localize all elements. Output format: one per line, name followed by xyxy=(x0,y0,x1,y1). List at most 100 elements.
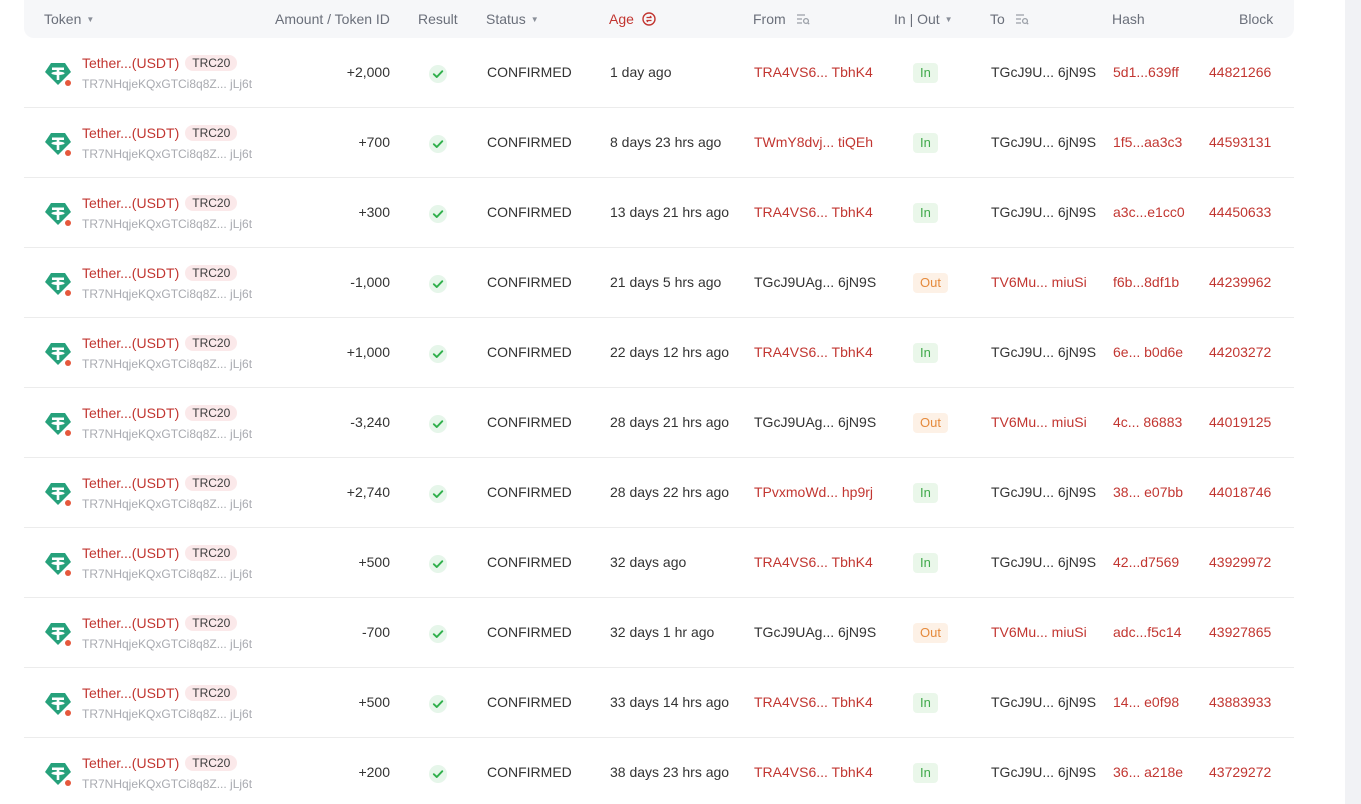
block-link[interactable]: 44821266 xyxy=(1209,38,1271,107)
token-contract-address[interactable]: TR7NHqjeKQxGTCi8q8Z... jLj6t xyxy=(82,286,252,302)
token-contract-address[interactable]: TR7NHqjeKQxGTCi8q8Z... jLj6t xyxy=(82,706,252,722)
to-address[interactable]: TGcJ9U... 6jN9S xyxy=(991,178,1096,247)
tether-token-icon[interactable] xyxy=(44,199,72,227)
header-token[interactable]: Token ▼ xyxy=(44,0,94,38)
to-address[interactable]: TGcJ9U... 6jN9S xyxy=(991,528,1096,597)
hash-link[interactable]: 42...d7569 xyxy=(1113,528,1179,597)
from-address[interactable]: TRA4VS6... TbhK4 xyxy=(754,178,873,247)
header-age[interactable]: Age xyxy=(609,0,656,38)
block-link[interactable]: 44019125 xyxy=(1209,388,1271,457)
trc20-badge: TRC20 xyxy=(185,685,238,701)
hash-link[interactable]: 6e... b0d6e xyxy=(1113,318,1183,387)
age-text: 38 days 23 hrs ago xyxy=(610,764,730,780)
token-name-link[interactable]: Tether...(USDT) TRC20 xyxy=(82,264,238,282)
header-result: Result xyxy=(418,11,458,27)
header-status[interactable]: Status ▼ xyxy=(486,0,539,38)
block-link[interactable]: 43927865 xyxy=(1209,598,1271,667)
to-address[interactable]: TGcJ9U... 6jN9S xyxy=(991,108,1096,177)
direction-badge: Out xyxy=(913,413,948,433)
from-address[interactable]: TRA4VS6... TbhK4 xyxy=(754,38,873,107)
filter-icon[interactable] xyxy=(796,12,810,26)
from-address[interactable]: TGcJ9UAg... 6jN9S xyxy=(754,388,876,457)
block-link[interactable]: 43883933 xyxy=(1209,668,1271,737)
token-name-link[interactable]: Tether...(USDT) TRC20 xyxy=(82,544,238,562)
trc20-badge: TRC20 xyxy=(185,405,238,421)
block-link[interactable]: 44203272 xyxy=(1209,318,1271,387)
tether-token-icon[interactable] xyxy=(44,619,72,647)
from-address[interactable]: TRA4VS6... TbhK4 xyxy=(754,528,873,597)
token-contract-address[interactable]: TR7NHqjeKQxGTCi8q8Z... jLj6t xyxy=(82,496,252,512)
header-inout[interactable]: In | Out ▼ xyxy=(894,0,953,38)
token-contract-address[interactable]: TR7NHqjeKQxGTCi8q8Z... jLj6t xyxy=(82,216,252,232)
from-address[interactable]: TGcJ9UAg... 6jN9S xyxy=(754,598,876,667)
to-address[interactable]: TGcJ9U... 6jN9S xyxy=(991,738,1096,804)
token-name: Tether...(USDT) xyxy=(82,685,180,701)
token-name-link[interactable]: Tether...(USDT) TRC20 xyxy=(82,614,238,632)
hash-link[interactable]: 4c... 86883 xyxy=(1113,388,1182,457)
token-name-link[interactable]: Tether...(USDT) TRC20 xyxy=(82,334,238,352)
tether-token-icon[interactable] xyxy=(44,129,72,157)
tether-token-icon[interactable] xyxy=(44,269,72,297)
from-address[interactable]: TRA4VS6... TbhK4 xyxy=(754,668,873,737)
to-address[interactable]: TV6Mu... miuSi xyxy=(991,388,1087,457)
tether-token-icon[interactable] xyxy=(44,689,72,717)
header-inout-label: In | Out xyxy=(894,11,940,27)
token-name-link[interactable]: Tether...(USDT) TRC20 xyxy=(82,124,238,142)
tether-token-icon[interactable] xyxy=(44,479,72,507)
hash-link[interactable]: 36... a218e xyxy=(1113,738,1183,804)
token-contract-address[interactable]: TR7NHqjeKQxGTCi8q8Z... jLj6t xyxy=(82,76,252,92)
token-name-link[interactable]: Tether...(USDT) TRC20 xyxy=(82,194,238,212)
table-row: Tether...(USDT) TRC20 TR7NHqjeKQxGTCi8q8Z… xyxy=(24,108,1294,178)
token-contract-address[interactable]: TR7NHqjeKQxGTCi8q8Z... jLj6t xyxy=(82,776,252,792)
block-link[interactable]: 44239962 xyxy=(1209,248,1271,317)
block-link[interactable]: 44450633 xyxy=(1209,178,1271,247)
token-name-link[interactable]: Tether...(USDT) TRC20 xyxy=(82,754,238,772)
direction-badge: Out xyxy=(913,623,948,643)
token-name-link[interactable]: Tether...(USDT) TRC20 xyxy=(82,404,238,422)
table-row: Tether...(USDT) TRC20 TR7NHqjeKQxGTCi8q8Z… xyxy=(24,38,1294,108)
token-contract-address[interactable]: TR7NHqjeKQxGTCi8q8Z... jLj6t xyxy=(82,356,252,372)
from-address[interactable]: TRA4VS6... TbhK4 xyxy=(754,318,873,387)
token-contract-address[interactable]: TR7NHqjeKQxGTCi8q8Z... jLj6t xyxy=(82,566,252,582)
token-name-link[interactable]: Tether...(USDT) TRC20 xyxy=(82,54,238,72)
to-address[interactable]: TGcJ9U... 6jN9S xyxy=(991,668,1096,737)
to-address[interactable]: TGcJ9U... 6jN9S xyxy=(991,458,1096,527)
to-address[interactable]: TV6Mu... miuSi xyxy=(991,248,1087,317)
to-address[interactable]: TGcJ9U... 6jN9S xyxy=(991,38,1096,107)
hash-link[interactable]: 38... e07bb xyxy=(1113,458,1183,527)
from-address[interactable]: TWmY8dvj... tiQEh xyxy=(754,108,873,177)
token-name-link[interactable]: Tether...(USDT) TRC20 xyxy=(82,474,238,492)
to-address[interactable]: TV6Mu... miuSi xyxy=(991,598,1087,667)
token-contract-address[interactable]: TR7NHqjeKQxGTCi8q8Z... jLj6t xyxy=(82,426,252,442)
filter-icon[interactable] xyxy=(1015,12,1029,26)
header-status-label: Status xyxy=(486,11,526,27)
tether-token-icon[interactable] xyxy=(44,549,72,577)
token-contract-address[interactable]: TR7NHqjeKQxGTCi8q8Z... jLj6t xyxy=(82,146,252,162)
to-address[interactable]: TGcJ9U... 6jN9S xyxy=(991,318,1096,387)
tether-token-icon[interactable] xyxy=(44,759,72,787)
from-address[interactable]: TRA4VS6... TbhK4 xyxy=(754,738,873,804)
token-name: Tether...(USDT) xyxy=(82,545,180,561)
block-link[interactable]: 44018746 xyxy=(1209,458,1271,527)
tether-token-icon[interactable] xyxy=(44,59,72,87)
from-address[interactable]: TGcJ9UAg... 6jN9S xyxy=(754,248,876,317)
clock-toggle-icon[interactable] xyxy=(642,12,656,26)
from-address[interactable]: TPvxmoWd... hp9rj xyxy=(754,458,873,527)
hash-link[interactable]: a3c...e1cc0 xyxy=(1113,178,1185,247)
table-row: Tether...(USDT) TRC20 TR7NHqjeKQxGTCi8q8Z… xyxy=(24,318,1294,388)
token-name-link[interactable]: Tether...(USDT) TRC20 xyxy=(82,684,238,702)
trc20-badge: TRC20 xyxy=(185,335,238,351)
hash-link[interactable]: adc...f5c14 xyxy=(1113,598,1182,667)
hash-link[interactable]: f6b...8df1b xyxy=(1113,248,1179,317)
token-contract-address[interactable]: TR7NHqjeKQxGTCi8q8Z... jLj6t xyxy=(82,636,252,652)
hash-link[interactable]: 1f5...aa3c3 xyxy=(1113,108,1182,177)
block-link[interactable]: 43729272 xyxy=(1209,738,1271,804)
block-link[interactable]: 44593131 xyxy=(1209,108,1271,177)
hash-link[interactable]: 14... e0f98 xyxy=(1113,668,1179,737)
block-link[interactable]: 43929972 xyxy=(1209,528,1271,597)
check-success-icon xyxy=(429,415,447,433)
direction-badge: In xyxy=(913,203,938,223)
tether-token-icon[interactable] xyxy=(44,409,72,437)
tether-token-icon[interactable] xyxy=(44,339,72,367)
hash-link[interactable]: 5d1...639ff xyxy=(1113,38,1179,107)
